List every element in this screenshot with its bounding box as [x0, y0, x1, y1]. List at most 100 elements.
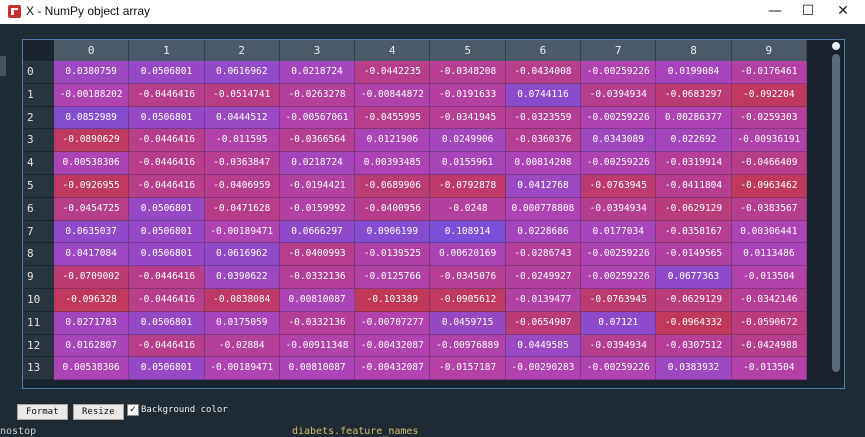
table-cell[interactable]: 0.0449585	[505, 334, 582, 358]
table-cell[interactable]: -0.0446416	[129, 334, 205, 358]
minimize-button[interactable]: —	[758, 0, 792, 24]
table-cell[interactable]: -0.00290283	[505, 357, 582, 381]
table-cell[interactable]: -0.00259226	[581, 106, 657, 130]
table-cell[interactable]: 0.0228686	[505, 220, 582, 244]
table-cell[interactable]: -0.0366564	[279, 129, 356, 153]
table-cell[interactable]: -0.00432087	[355, 357, 431, 381]
table-cell[interactable]: 0.00286377	[656, 106, 732, 130]
table-cell[interactable]: 0.0906199	[355, 220, 431, 244]
table-cell[interactable]: -0.00188202	[54, 83, 130, 107]
row-header-11[interactable]: 11	[23, 311, 54, 335]
table-cell[interactable]: 0.0175059	[204, 311, 280, 335]
table-cell[interactable]: 0.00620169	[430, 243, 506, 267]
table-cell[interactable]: -0.0323559	[505, 106, 582, 130]
table-cell[interactable]: 0.00810087	[279, 357, 356, 381]
table-cell[interactable]: -0.0263278	[279, 83, 356, 107]
table-cell[interactable]: -0.0194421	[279, 174, 356, 198]
column-header-8[interactable]: 8	[656, 40, 732, 61]
table-cell[interactable]: 0.07121	[581, 311, 657, 335]
table-cell[interactable]: 0.022692	[656, 129, 732, 153]
table-cell[interactable]: -0.00189471	[204, 220, 280, 244]
table-cell[interactable]: -0.0259303	[731, 106, 807, 130]
table-cell[interactable]: -0.0360376	[505, 129, 582, 153]
table-cell[interactable]: 0.00814208	[505, 152, 582, 175]
table-cell[interactable]: -0.00567061	[279, 106, 356, 130]
table-cell[interactable]: -0.0363847	[204, 152, 280, 175]
table-cell[interactable]: -0.0332136	[279, 266, 356, 289]
table-cell[interactable]: 0.0383932	[656, 357, 732, 381]
table-cell[interactable]: -0.0455995	[355, 106, 431, 130]
table-cell[interactable]: 0.00393485	[355, 152, 431, 175]
table-cell[interactable]: -0.0629129	[656, 197, 732, 221]
row-header-3[interactable]: 3	[23, 129, 54, 153]
table-cell[interactable]: -0.013504	[731, 357, 807, 381]
column-header-9[interactable]: 9	[731, 40, 807, 61]
table-cell[interactable]: -0.096328	[54, 288, 130, 312]
table-cell[interactable]: -0.0159992	[279, 197, 356, 221]
table-cell[interactable]: 0.0506801	[129, 61, 205, 84]
column-header-1[interactable]: 1	[129, 40, 205, 61]
table-cell[interactable]: 0.0852989	[54, 106, 130, 130]
table-cell[interactable]: -0.0442235	[355, 61, 431, 84]
table-cell[interactable]: -0.00259226	[581, 61, 657, 84]
row-header-7[interactable]: 7	[23, 220, 54, 244]
table-cell[interactable]: -0.00189471	[204, 357, 280, 381]
table-cell[interactable]: 0.0506801	[129, 357, 205, 381]
background-color-checkbox[interactable]: ✓	[127, 404, 139, 416]
table-cell[interactable]: -0.0249927	[505, 266, 582, 289]
table-cell[interactable]: -0.0341945	[430, 106, 506, 130]
table-cell[interactable]: -0.0307512	[656, 334, 732, 358]
table-cell[interactable]: -0.0629129	[656, 288, 732, 312]
scrollbar-thumb[interactable]	[832, 54, 840, 372]
table-cell[interactable]: -0.0383567	[731, 197, 807, 221]
table-cell[interactable]: -0.00844872	[355, 83, 431, 107]
table-cell[interactable]: -0.0345076	[430, 266, 506, 289]
table-cell[interactable]: -0.0454725	[54, 197, 130, 221]
table-cell[interactable]: -0.0319914	[656, 152, 732, 175]
table-cell[interactable]: -0.0358167	[656, 220, 732, 244]
table-cell[interactable]: -0.02884	[204, 334, 280, 358]
format-button[interactable]: Format	[17, 404, 68, 420]
row-header-0[interactable]: 0	[23, 61, 54, 84]
table-cell[interactable]: -0.0926955	[54, 174, 130, 198]
table-cell[interactable]: -0.0654907	[505, 311, 582, 335]
row-header-6[interactable]: 6	[23, 197, 54, 221]
row-header-10[interactable]: 10	[23, 288, 54, 312]
table-cell[interactable]: 0.0390622	[204, 266, 280, 289]
table-cell[interactable]: 0.0616962	[204, 61, 280, 84]
table-cell[interactable]: -0.0394934	[581, 83, 657, 107]
table-cell[interactable]: 0.0412768	[505, 174, 582, 198]
table-cell[interactable]: -0.0683297	[656, 83, 732, 107]
table-cell[interactable]: -0.103389	[355, 288, 431, 312]
row-header-12[interactable]: 12	[23, 334, 54, 358]
table-cell[interactable]: -0.0446416	[129, 152, 205, 175]
row-header-9[interactable]: 9	[23, 266, 54, 289]
table-cell[interactable]: 0.0616962	[204, 243, 280, 267]
table-cell[interactable]: -0.011595	[204, 129, 280, 153]
row-header-2[interactable]: 2	[23, 106, 54, 130]
close-button[interactable]: ✕	[826, 0, 860, 24]
column-header-3[interactable]: 3	[279, 40, 356, 61]
table-cell[interactable]: -0.0446416	[129, 288, 205, 312]
table-cell[interactable]: 0.0343089	[581, 129, 657, 153]
table-cell[interactable]: -0.0763945	[581, 288, 657, 312]
resize-button[interactable]: Resize	[73, 404, 124, 420]
table-cell[interactable]: -0.0446416	[129, 266, 205, 289]
maximize-button[interactable]: ☐	[791, 0, 825, 24]
table-cell[interactable]: 0.000778808	[505, 197, 582, 221]
table-cell[interactable]: -0.0446416	[129, 83, 205, 107]
table-cell[interactable]: -0.0139477	[505, 288, 582, 312]
table-grid[interactable]: 0.0380759 0.0506801 0.0616962 0.0218724 -0.0…	[54, 61, 807, 387]
table-cell[interactable]: 0.0506801	[129, 243, 205, 267]
column-header-4[interactable]: 4	[355, 40, 431, 61]
table-cell[interactable]: -0.0348208	[430, 61, 506, 84]
table-cell[interactable]: -0.0446416	[129, 129, 205, 153]
table-cell[interactable]: 0.0218724	[279, 152, 356, 175]
table-cell[interactable]: -0.0248	[430, 197, 506, 221]
table-cell[interactable]: 0.0155961	[430, 152, 506, 175]
scrollbar-top-handle[interactable]	[832, 42, 840, 50]
table-cell[interactable]: -0.00707277	[355, 311, 431, 335]
row-header-1[interactable]: 1	[23, 83, 54, 107]
table-cell[interactable]: 0.0199084	[656, 61, 732, 84]
table-cell[interactable]: -0.0838084	[204, 288, 280, 312]
